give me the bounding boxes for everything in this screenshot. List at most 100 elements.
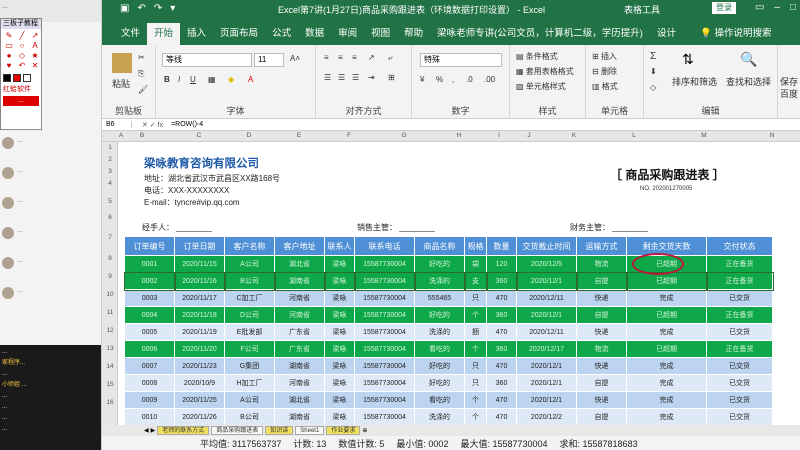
align-bottom-icon[interactable]: ≡ — [352, 53, 357, 62]
table-cell[interactable]: 梁咏 — [324, 357, 355, 375]
comma-icon[interactable]: , — [452, 75, 454, 84]
increase-decimal-icon[interactable]: .0 — [466, 75, 473, 84]
font-name-select[interactable]: 等线 — [162, 53, 252, 67]
table-cell[interactable]: 2020/12/1 — [515, 271, 578, 291]
italic-button[interactable]: I — [178, 75, 180, 84]
cut-icon[interactable]: ✂ — [138, 53, 145, 62]
sort-filter-button[interactable]: 排序和筛选 — [672, 75, 717, 88]
clear-icon[interactable]: ◇ — [650, 83, 656, 92]
table-cell[interactable]: 自提 — [575, 271, 628, 291]
table-cell[interactable]: 自提 — [576, 306, 627, 324]
table-cell[interactable]: 广东省 — [274, 323, 325, 341]
line-icon[interactable]: ╱ — [16, 31, 28, 40]
table-cell[interactable]: 360 — [486, 374, 517, 392]
table-cell[interactable]: 360 — [486, 306, 517, 324]
table-cell[interactable]: 湖南省 — [274, 408, 325, 425]
column-header[interactable]: F — [324, 132, 374, 139]
table-cell[interactable]: 河南省 — [274, 374, 325, 392]
row-header[interactable]: 12 — [102, 327, 118, 334]
indent-icon[interactable]: ⇥ — [368, 73, 375, 82]
table-cell[interactable]: 好吃的 — [414, 255, 465, 273]
clear-icon[interactable]: ✕ — [29, 61, 41, 70]
table-cell[interactable]: 15587730004 — [354, 340, 415, 358]
table-cell[interactable]: 2020/12/11 — [516, 289, 577, 307]
redo-icon[interactable]: ↷ — [154, 3, 162, 14]
table-cell[interactable]: 2020/12/1 — [516, 391, 577, 409]
column-header[interactable]: H — [434, 132, 484, 139]
table-cell[interactable]: 2020/11/16 — [173, 271, 226, 291]
column-header[interactable]: B — [124, 132, 160, 139]
table-cell[interactable]: 360 — [485, 271, 518, 291]
table-cell[interactable]: 快递 — [576, 357, 627, 375]
table-cell[interactable]: 已超期 — [625, 271, 708, 291]
column-header[interactable]: E — [274, 132, 324, 139]
table-cell[interactable]: 已交货 — [706, 374, 773, 392]
table-cell[interactable]: 15587730004 — [354, 408, 415, 425]
table-cell[interactable]: 0007 — [124, 357, 175, 375]
login-button[interactable]: 登录 — [712, 2, 736, 14]
align-middle-icon[interactable]: ≡ — [338, 53, 343, 62]
table-cell[interactable]: 物流 — [576, 255, 627, 273]
table-cell[interactable]: 2020/12/1 — [516, 357, 577, 375]
table-cell[interactable]: 2020/11/26 — [174, 408, 225, 425]
table-cell[interactable]: 自提 — [576, 374, 627, 392]
align-left-icon[interactable]: ☰ — [324, 73, 331, 82]
table-cell[interactable]: 15587730004 — [354, 323, 415, 341]
table-cell[interactable]: 看吃的 — [414, 391, 465, 409]
table-cell[interactable]: 只 — [464, 289, 487, 307]
table-cell[interactable]: 2020/12/2 — [516, 408, 577, 425]
table-cell[interactable]: 15587730004 — [354, 289, 415, 307]
table-cell[interactable]: 2020/12/17 — [516, 340, 577, 358]
table-cell[interactable]: 湖南省 — [274, 357, 325, 375]
drawing-tool-window[interactable]: 三板子教程 ✎ ╱ ↗ ▭ ○ A ● ◇ ★ ♥ ↶ ✕ 红蛤软件 ... — [0, 18, 42, 130]
table-cell[interactable]: 洗涤的 — [414, 323, 465, 341]
table-cell[interactable]: 正在备货 — [706, 306, 773, 324]
border-icon[interactable]: ▦ — [208, 75, 216, 84]
orientation-icon[interactable]: ↗ — [368, 53, 375, 62]
sheet-tab[interactable]: 作业要求 — [326, 426, 361, 435]
table-cell[interactable]: 个 — [464, 408, 487, 425]
table-cell[interactable]: 梁咏 — [324, 255, 355, 273]
tab-review[interactable]: 审阅 — [331, 23, 364, 45]
delete-cells-button[interactable]: ⊟ 删除 — [592, 66, 617, 77]
color-white[interactable] — [23, 74, 31, 82]
column-header[interactable]: K — [544, 132, 604, 139]
minimize-icon[interactable]: – — [774, 2, 780, 13]
row-header[interactable]: 7 — [102, 234, 118, 241]
sheet-tab[interactable]: 知识讲 — [265, 426, 294, 435]
table-cell[interactable]: 2020/11/15 — [174, 255, 225, 273]
column-header[interactable]: G — [374, 132, 434, 139]
sheet-tab[interactable]: 商品采购跟进表 — [211, 426, 264, 435]
column-header-cell[interactable]: 订单日期 — [174, 236, 225, 256]
table-cell[interactable]: 湖南省 — [273, 271, 326, 291]
table-cell[interactable]: 已交货 — [706, 357, 773, 375]
undo-icon[interactable]: ↶ — [137, 3, 145, 14]
row-header[interactable]: 8 — [102, 255, 118, 262]
table-cell[interactable]: F公司 — [224, 340, 275, 358]
table-cell[interactable]: 470 — [486, 391, 517, 409]
table-cell[interactable]: 梁咏 — [324, 408, 355, 425]
table-cell[interactable]: 袋 — [464, 255, 487, 273]
row-header[interactable]: 9 — [102, 273, 118, 280]
table-cell[interactable]: 只 — [464, 357, 487, 375]
table-cell[interactable]: E批发部 — [224, 323, 275, 341]
table-cell[interactable]: 555465 — [414, 289, 465, 307]
table-cell[interactable]: 2020/11/25 — [174, 391, 225, 409]
table-cell[interactable]: 0008 — [124, 374, 175, 392]
row-header[interactable]: 15 — [102, 381, 118, 388]
sheet-tab[interactable]: Sheet1 — [295, 426, 325, 435]
table-cell[interactable]: 广东省 — [274, 340, 325, 358]
column-header-cell[interactable]: 商品名称 — [414, 236, 465, 256]
table-cell[interactable]: 0002 — [123, 271, 176, 291]
table-cell[interactable]: 2020/11/23 — [174, 357, 225, 375]
grow-font-icon[interactable]: A˄ — [290, 54, 300, 63]
table-cell[interactable]: 已超期 — [626, 306, 707, 324]
column-header[interactable]: D — [224, 132, 274, 139]
sheet-nav-next-icon[interactable]: ▶ — [151, 427, 156, 434]
table-cell[interactable]: 正在备货 — [705, 271, 774, 291]
formula-input[interactable]: =ROW()-4 — [163, 121, 203, 128]
table-cell[interactable]: 梁咏 — [324, 391, 355, 409]
table-cell[interactable]: A公司 — [224, 391, 275, 409]
table-cell[interactable]: 好吃的 — [414, 374, 465, 392]
table-cell[interactable]: H加工厂 — [224, 374, 275, 392]
